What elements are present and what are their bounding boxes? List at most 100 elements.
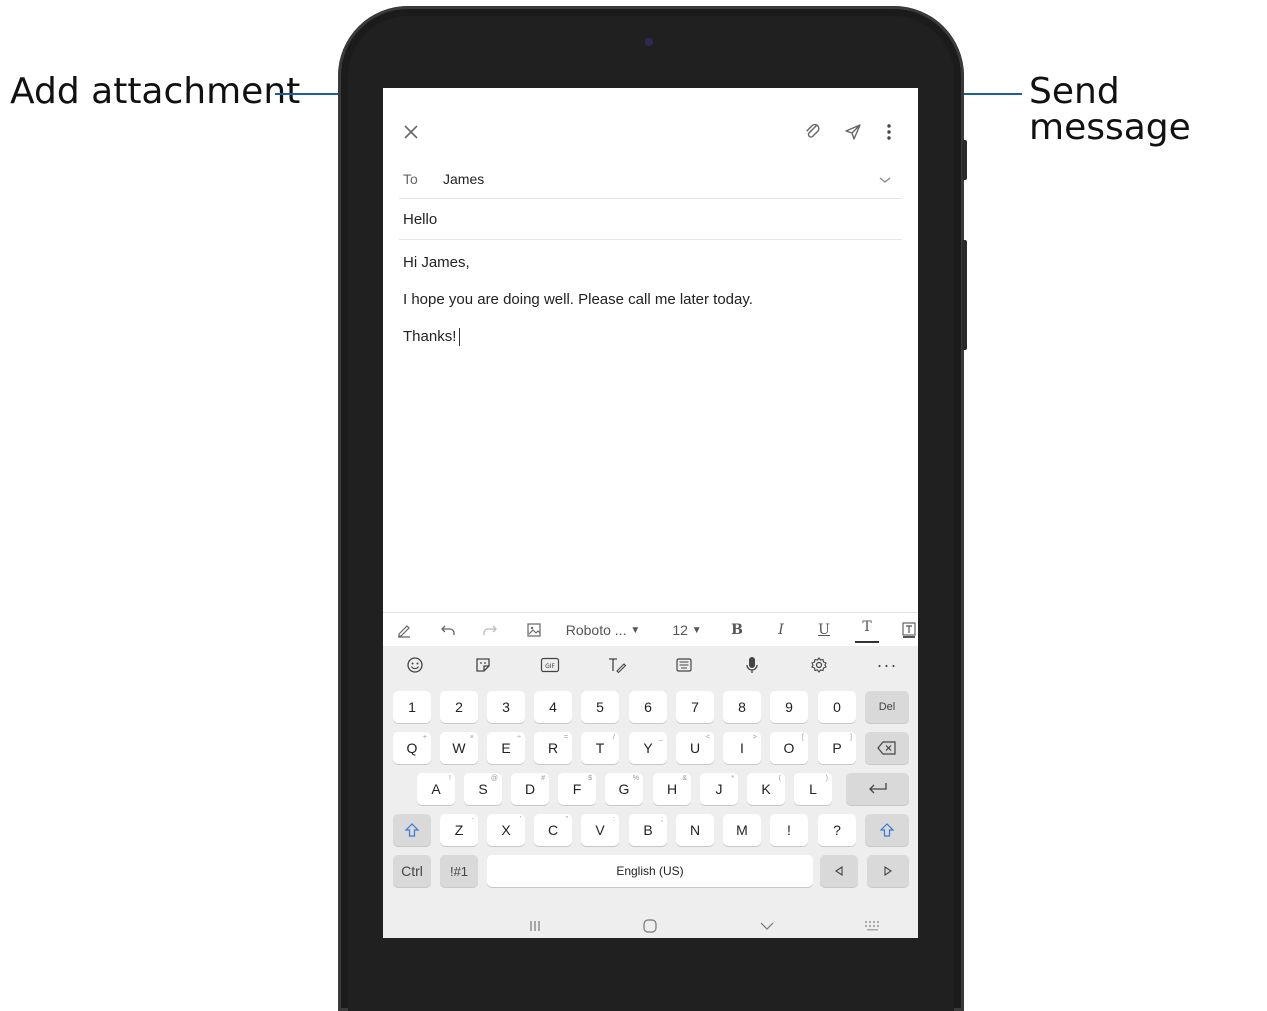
key-o-alt: [ <box>802 734 804 741</box>
microphone-icon[interactable] <box>738 646 766 684</box>
key-l[interactable]: L) <box>794 773 832 805</box>
key-question[interactable]: ? <box>818 814 856 846</box>
key-7[interactable]: 7 <box>676 691 714 723</box>
side-button-top <box>962 140 967 180</box>
key-j[interactable]: J * <box>700 773 738 805</box>
keyboard-hide-icon[interactable] <box>859 914 887 938</box>
chevron-down-icon[interactable] <box>878 172 892 189</box>
key-h[interactable]: H & <box>653 773 691 805</box>
key-8[interactable]: 8 <box>723 691 761 723</box>
key-exclamation[interactable]: ! <box>770 814 808 846</box>
backspace-key[interactable] <box>865 732 909 764</box>
key-i[interactable]: I > <box>723 732 761 764</box>
key-r[interactable]: R = <box>534 732 572 764</box>
key-4[interactable]: 4 <box>534 691 572 723</box>
key-d-label: D <box>524 781 536 797</box>
key-g[interactable]: G% <box>605 773 643 805</box>
compose-toolbar <box>383 108 918 158</box>
italic-button[interactable]: I <box>769 613 793 647</box>
sticker-icon[interactable] <box>469 646 497 684</box>
key-t[interactable]: T / <box>581 732 619 764</box>
svg-text:GIF: GIF <box>545 663 555 670</box>
redo-icon[interactable] <box>477 613 503 647</box>
key-e[interactable]: E ÷ <box>487 732 525 764</box>
text-color-button[interactable]: T <box>855 613 879 643</box>
key-v[interactable]: V: <box>581 814 619 846</box>
key-9[interactable]: 9 <box>770 691 808 723</box>
back-chevron-icon[interactable] <box>753 914 781 938</box>
cursor-right-key[interactable] <box>867 855 909 887</box>
key-s-label: S <box>478 781 488 797</box>
more-options-icon[interactable]: ··· <box>873 646 901 684</box>
ctrl-key[interactable]: Ctrl <box>393 855 431 887</box>
paperclip-icon[interactable] <box>799 118 827 146</box>
recent-apps-icon[interactable] <box>521 914 549 938</box>
key-l-label: L <box>809 781 817 797</box>
space-bar[interactable]: English (US) <box>487 855 813 887</box>
key-z[interactable]: Z- <box>440 814 478 846</box>
key-v-alt: : <box>613 816 615 823</box>
gif-icon[interactable]: GIF <box>536 646 564 684</box>
font-size-value: 12 <box>672 622 688 638</box>
key-b[interactable]: B; <box>629 814 667 846</box>
key-k-label: K <box>761 781 771 797</box>
symbols-key[interactable]: !#1 <box>440 855 478 887</box>
key-1[interactable]: 1 <box>393 691 431 723</box>
bold-button[interactable]: B <box>725 613 749 647</box>
pen-icon[interactable] <box>391 613 417 647</box>
key-u-label: U <box>689 740 701 756</box>
font-size-selector[interactable]: 12 ▼ <box>667 613 707 647</box>
key-exclamation-label: ! <box>787 822 791 838</box>
key-x[interactable]: X ' <box>487 814 525 846</box>
key-u[interactable]: U < <box>676 732 714 764</box>
more-vertical-icon[interactable] <box>875 118 903 146</box>
key-2[interactable]: 2 <box>440 691 478 723</box>
subject-text: Hello <box>403 211 438 228</box>
key-k[interactable]: K( <box>747 773 785 805</box>
shift-key-right[interactable] <box>865 814 909 846</box>
key-f[interactable]: F $ <box>558 773 596 805</box>
key-b-alt: ; <box>661 816 663 823</box>
key-d[interactable]: D # <box>511 773 549 805</box>
key-u-alt: < <box>705 734 710 741</box>
handwriting-icon[interactable] <box>603 646 631 684</box>
key-y[interactable]: Y _ <box>629 732 667 764</box>
key-0[interactable]: 0 <box>818 691 856 723</box>
subject-field[interactable]: Hello <box>399 200 902 240</box>
key-6[interactable]: 6 <box>629 691 667 723</box>
emoji-icon[interactable] <box>401 646 429 684</box>
delete-key[interactable]: Del <box>865 691 909 723</box>
key-q[interactable]: Q + <box>393 732 431 764</box>
close-icon[interactable] <box>397 118 425 146</box>
key-g-alt: % <box>632 775 639 782</box>
key-p[interactable]: P] <box>818 732 856 764</box>
key-q-label: Q <box>406 740 418 756</box>
undo-icon[interactable] <box>435 613 461 647</box>
key-m[interactable]: M <box>723 814 761 846</box>
key-5[interactable]: 5 <box>581 691 619 723</box>
key-a[interactable]: A! <box>417 773 455 805</box>
recipient-row[interactable]: To James <box>399 164 902 199</box>
home-icon[interactable] <box>636 914 664 938</box>
cursor-left-key[interactable] <box>820 855 858 887</box>
enter-key[interactable] <box>846 773 909 805</box>
message-body[interactable]: Hi James, I hope you are doing well. Ple… <box>383 240 918 610</box>
settings-gear-icon[interactable] <box>805 646 833 684</box>
key-c[interactable]: C " <box>534 814 572 846</box>
text-background-icon[interactable] <box>897 613 918 647</box>
key-n[interactable]: N <box>676 814 714 846</box>
image-icon[interactable] <box>521 613 547 647</box>
shift-key-left[interactable] <box>393 814 431 846</box>
key-o[interactable]: O[ <box>770 732 808 764</box>
send-icon[interactable] <box>839 118 867 146</box>
key-y-label: Y <box>643 740 653 756</box>
to-label: To <box>403 171 418 187</box>
key-s[interactable]: S @ <box>464 773 502 805</box>
font-selector[interactable]: Roboto ... ▼ <box>563 613 643 647</box>
key-p-alt: ] <box>850 734 852 741</box>
underline-button[interactable]: U <box>812 613 836 647</box>
recipient-chip[interactable]: James <box>443 171 484 187</box>
keyboard-mode-icon[interactable] <box>670 646 698 684</box>
key-w[interactable]: W × <box>440 732 478 764</box>
key-3[interactable]: 3 <box>487 691 525 723</box>
